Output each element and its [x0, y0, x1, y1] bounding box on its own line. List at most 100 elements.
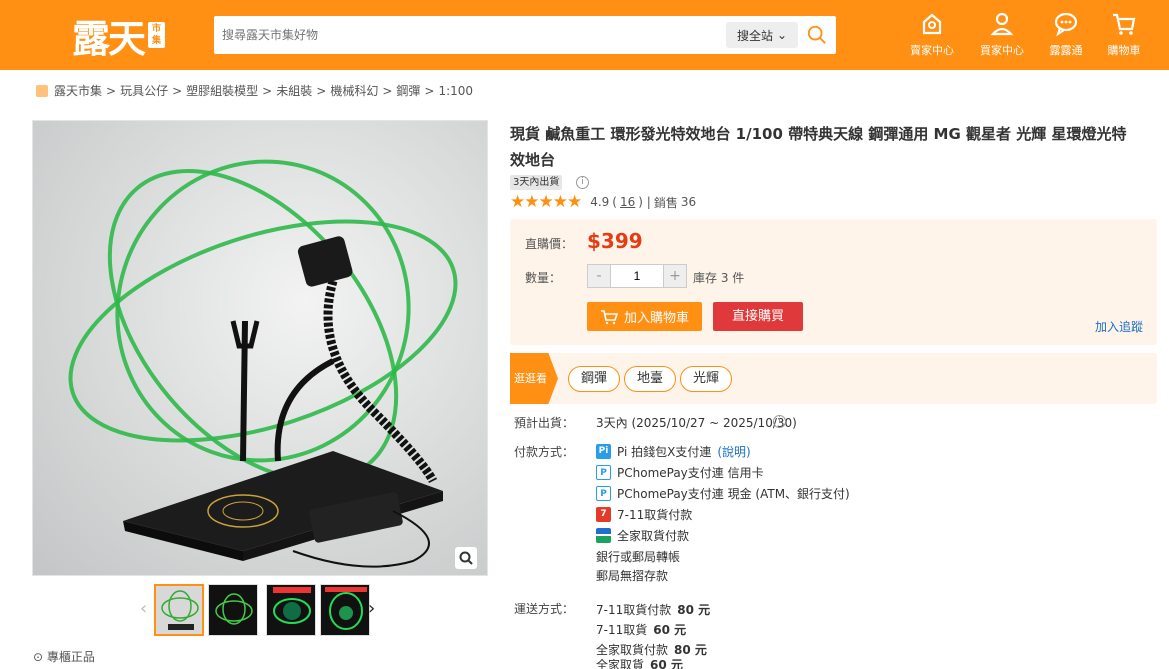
purchase-box: 直購價： $399 數量： - + 庫存 3 件 加入購物車 直接購買 加入追蹤 [510, 219, 1157, 345]
payment-option: 郵局無摺存款 [596, 567, 668, 584]
sold-count: 36 [680, 195, 697, 209]
payment-option: P PChomePay支付連 信用卡 [596, 464, 764, 481]
info-icon[interactable]: i [773, 415, 786, 428]
breadcrumb-item[interactable]: 玩具公仔 [120, 82, 168, 99]
breadcrumb-sep: > [172, 83, 183, 98]
nav-label: 賣家中心 [910, 44, 954, 57]
breadcrumb-item[interactable]: 機械科幻 [330, 82, 378, 99]
breadcrumb-item[interactable]: 鋼彈 [396, 82, 420, 99]
zoom-icon[interactable] [455, 547, 477, 569]
payment-info-link[interactable]: (說明) [717, 443, 750, 460]
info-icon[interactable]: i [576, 176, 589, 189]
ship-time-value: 3天內 (2025/10/27 ~ 2025/10/30) [596, 416, 797, 430]
site-logo[interactable]: 露天 市集 [72, 12, 166, 61]
chevron-left-icon[interactable]: ‹ [140, 598, 147, 619]
nav-label: 購物車 [1107, 44, 1141, 57]
delivery-text: 全家取貨 [596, 659, 645, 669]
breadcrumb-sep: > [382, 83, 393, 98]
seller-center-icon [922, 13, 942, 35]
payment-text: 7-11取貨付款 [617, 508, 693, 522]
breadcrumb: 露天市集 > 玩具公仔 > 塑膠組裝模型 > 未組裝 > 機械科幻 > 鋼彈 > 1:100 [36, 82, 473, 99]
price-value: $399 [587, 229, 643, 253]
thumbnail-strip: ‹ › [140, 584, 380, 640]
search-input[interactable] [222, 16, 722, 54]
tag-chip[interactable]: 鋼彈 [568, 366, 621, 392]
seven-eleven-icon: 7 [596, 507, 611, 522]
pchomepay-card-icon: P [596, 465, 611, 480]
breadcrumb-sep: > [316, 83, 327, 98]
delivery-option: 7-11取貨付款 80 元 [596, 601, 710, 618]
search-scope-dropdown[interactable]: 搜全站 ⌄ [726, 22, 798, 48]
delivery-text: 全家取貨付款 [596, 643, 669, 657]
payment-option: P PChomePay支付連 現金 (ATM、銀行支付) [596, 485, 850, 502]
breadcrumb-item[interactable]: 露天市集 [54, 82, 102, 99]
add-to-cart-label: 加入購物車 [623, 311, 689, 326]
nav-buyer-center[interactable]: 買家中心 [976, 10, 1028, 58]
thumbnail-4[interactable] [320, 584, 370, 636]
tag-chip[interactable]: 光輝 [680, 366, 733, 392]
nav-label: 買家中心 [980, 44, 1024, 57]
minus-button[interactable]: - [588, 265, 610, 287]
payment-label: 付款方式： [514, 445, 575, 459]
search-icon[interactable] [806, 24, 828, 46]
rating-row: ★★★★★ 4.9 ( 16 ) | 銷售 36 [510, 192, 696, 212]
browse-flag: 逛逛看 [510, 353, 558, 404]
top-header: 露天 市集 搜全站 ⌄ 賣家中心 買家中心 露露通 購物車 [0, 0, 1169, 70]
quantity-input[interactable] [610, 265, 664, 287]
breadcrumb-item[interactable]: 1:100 [438, 84, 473, 98]
payment-text: 銀行或郵局轉帳 [596, 550, 681, 564]
plus-button[interactable]: + [664, 265, 686, 287]
delivery-price: 80 元 [674, 643, 707, 657]
payment-text: PChomePay支付連 現金 (ATM、銀行支付) [617, 487, 850, 501]
delivery-option: 全家取貨付款 80 元 [596, 641, 707, 658]
delivery-price: 80 元 [677, 603, 711, 617]
home-icon [36, 84, 48, 97]
delivery-price: 60 元 [653, 623, 687, 637]
chat-icon [1054, 12, 1078, 37]
thumbnail-3[interactable] [266, 584, 316, 636]
price-label: 直購價： [525, 237, 574, 251]
breadcrumb-item[interactable]: 塑膠組裝模型 [186, 82, 258, 99]
delivery-label: 運送方式： [514, 602, 575, 616]
review-count-link[interactable]: 16 [620, 195, 635, 209]
breadcrumb-sep: > [262, 83, 273, 98]
ship-time-label: 預計出貨： [514, 416, 575, 430]
breadcrumb-item[interactable]: 未組裝 [276, 82, 312, 99]
buy-now-button[interactable]: 直接購買 [713, 302, 803, 331]
payment-text: Pi 拍錢包X支付連 [617, 445, 712, 459]
payment-text: 郵局無摺存款 [596, 569, 669, 583]
payment-text: 全家取貨付款 [617, 529, 690, 543]
add-to-watchlist-link[interactable]: 加入追蹤 [1095, 318, 1143, 335]
nav-chat[interactable]: 露露通 [1042, 10, 1090, 58]
thumbnail-photo [161, 590, 199, 630]
pchomepay-cash-icon: P [596, 486, 611, 501]
product-photo [68, 159, 458, 568]
delivery-text: 7-11取貨付款 [596, 603, 672, 617]
payment-text: PChomePay支付連 信用卡 [617, 466, 764, 480]
logo-seal: 市集 [148, 22, 166, 48]
pi-wallet-icon: Pi [596, 444, 611, 459]
paren-open: ( [612, 195, 617, 209]
payment-option: 全家取貨付款 [596, 527, 689, 544]
nav-cart[interactable]: 購物車 [1102, 10, 1146, 58]
delivery-text: 7-11取貨 [596, 623, 648, 637]
thumbnail-2[interactable] [208, 584, 258, 636]
chevron-down-icon: ⌄ [776, 28, 788, 42]
quantity-label: 數量： [525, 271, 562, 285]
nav-seller-center[interactable]: 賣家中心 [906, 10, 958, 58]
nav-label: 露露通 [1049, 44, 1083, 57]
chevron-right-icon[interactable]: › [368, 598, 375, 619]
delivery-option: 7-11取貨 60 元 [596, 621, 686, 638]
product-main-image[interactable] [32, 120, 488, 576]
search-bar: 搜全站 ⌄ [214, 16, 836, 54]
cart-icon [1113, 13, 1136, 35]
payment-option: 銀行或郵局轉帳 [596, 548, 680, 565]
tag-chip[interactable]: 地臺 [624, 366, 677, 392]
stock-text: 庫存 3 件 [693, 271, 745, 285]
thumbnail-1[interactable] [154, 584, 204, 636]
genuine-label: 專櫃正品 [46, 650, 95, 664]
paren-close: ) | [638, 195, 651, 209]
add-to-cart-button[interactable]: 加入購物車 [587, 302, 702, 331]
quantity-stepper: - + [587, 264, 687, 288]
familymart-icon [596, 528, 611, 543]
